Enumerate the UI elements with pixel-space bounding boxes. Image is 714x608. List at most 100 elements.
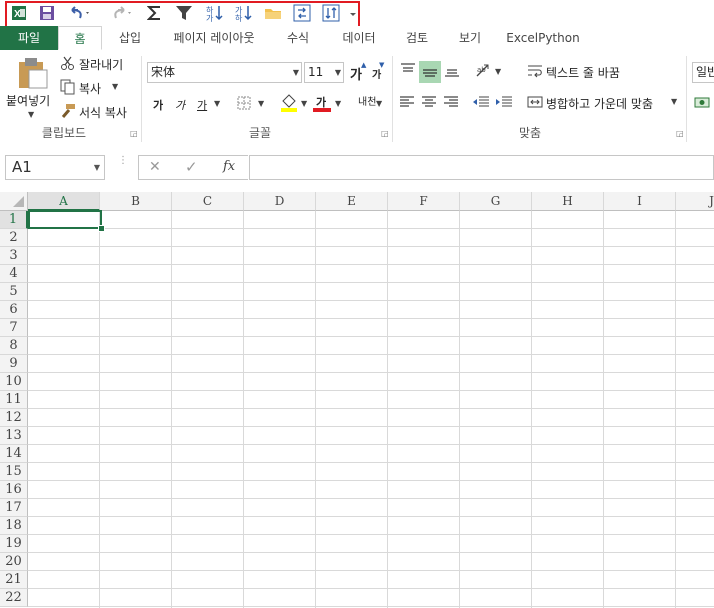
align-right-icon[interactable] xyxy=(443,94,459,110)
row-header[interactable]: 3 xyxy=(0,247,28,265)
select-all-button[interactable] xyxy=(0,192,28,211)
column-header[interactable]: H xyxy=(532,192,604,211)
row-header[interactable]: 14 xyxy=(0,445,28,463)
confirm-icon[interactable]: ✓ xyxy=(185,158,198,176)
row-gridline xyxy=(28,246,714,247)
merge-center-button[interactable]: 병합하고 가운데 맞춤 xyxy=(546,95,653,112)
align-top-icon[interactable] xyxy=(399,61,417,79)
row-header[interactable]: 15 xyxy=(0,463,28,481)
row-header[interactable]: 9 xyxy=(0,355,28,373)
underline-dropdown-icon[interactable]: ▼ xyxy=(214,99,220,108)
number-format-select[interactable]: 일반 xyxy=(692,62,714,83)
ribbon-tab-bar: 파일 홈 삽입 페이지 레이아웃 수식 데이터 검토 보기 ExcelPytho… xyxy=(0,26,714,51)
row-header[interactable]: 22 xyxy=(0,589,28,607)
tab-review[interactable]: 검토 xyxy=(395,26,439,50)
row-header[interactable]: 10 xyxy=(0,373,28,391)
formula-input[interactable] xyxy=(249,155,714,180)
font-size-select[interactable]: 11 ▼ xyxy=(304,62,344,83)
paste-button[interactable]: 붙여넣기 xyxy=(6,92,50,109)
wrap-text-button[interactable]: 텍스트 줄 바꿈 xyxy=(546,64,620,81)
phonetic-dropdown-icon[interactable]: ▼ xyxy=(376,99,382,108)
row-header[interactable]: 19 xyxy=(0,535,28,553)
row-header[interactable]: 13 xyxy=(0,427,28,445)
alignment-group-label: 맞춤 xyxy=(518,126,542,140)
row-header[interactable]: 11 xyxy=(0,391,28,409)
paste-icon[interactable] xyxy=(14,56,50,90)
font-name-select[interactable]: 宋体 ▼ xyxy=(147,62,302,83)
cut-button[interactable]: 잘라내기 xyxy=(79,56,123,73)
bold-button[interactable]: 가 xyxy=(153,97,163,113)
row-header[interactable]: 6 xyxy=(0,301,28,319)
row-header[interactable]: 17 xyxy=(0,499,28,517)
align-bottom-icon[interactable] xyxy=(443,61,461,79)
row-gridline xyxy=(28,228,714,229)
cancel-icon[interactable]: ✕ xyxy=(149,159,161,175)
row-header[interactable]: 5 xyxy=(0,283,28,301)
font-color-dropdown-icon[interactable]: ▼ xyxy=(335,99,341,108)
tab-insert[interactable]: 삽입 xyxy=(108,26,152,50)
decrease-indent-icon[interactable] xyxy=(472,94,490,110)
tab-excelpython[interactable]: ExcelPython xyxy=(503,26,583,50)
fill-handle[interactable] xyxy=(98,225,105,232)
tab-view[interactable]: 보기 xyxy=(448,26,492,50)
tab-home[interactable]: 홈 xyxy=(58,26,102,50)
selected-cell[interactable] xyxy=(28,210,102,229)
underline-button[interactable]: 가 xyxy=(197,97,207,113)
borders-dropdown-icon[interactable]: ▼ xyxy=(258,99,264,108)
merge-dropdown-icon[interactable]: ▼ xyxy=(671,97,677,106)
phonetic-button[interactable]: 내천 xyxy=(358,93,376,108)
row-header[interactable]: 18 xyxy=(0,517,28,535)
column-header[interactable]: B xyxy=(100,192,172,211)
column-header[interactable]: E xyxy=(316,192,388,211)
fill-color-icon[interactable] xyxy=(280,93,298,113)
row-header[interactable]: 7 xyxy=(0,319,28,337)
column-header[interactable]: F xyxy=(388,192,460,211)
fill-dropdown-icon[interactable]: ▼ xyxy=(301,99,307,108)
row-header[interactable]: 4 xyxy=(0,265,28,283)
tab-file[interactable]: 파일 xyxy=(0,26,58,50)
tab-formulas[interactable]: 수식 xyxy=(276,26,320,50)
wrap-text-icon xyxy=(527,63,543,79)
italic-button[interactable]: 가 xyxy=(175,97,185,113)
column-gridline xyxy=(99,211,100,608)
worksheet-grid[interactable] xyxy=(0,192,714,608)
column-header[interactable]: J xyxy=(676,192,714,211)
column-header[interactable]: G xyxy=(460,192,532,211)
column-header[interactable]: C xyxy=(172,192,244,211)
column-header[interactable]: A xyxy=(28,192,100,211)
align-middle-icon[interactable] xyxy=(419,61,441,83)
currency-icon[interactable] xyxy=(694,94,710,110)
column-gridline xyxy=(315,211,316,608)
tab-page-layout[interactable]: 페이지 레이아웃 xyxy=(162,26,266,50)
column-header[interactable]: D xyxy=(244,192,316,211)
column-header[interactable]: I xyxy=(604,192,676,211)
row-header[interactable]: 2 xyxy=(0,229,28,247)
row-header[interactable]: 20 xyxy=(0,553,28,571)
font-name-value: 宋体 xyxy=(151,65,176,79)
alignment-launcher-icon[interactable]: ◲ xyxy=(676,129,684,138)
orientation-icon[interactable]: ab xyxy=(474,62,492,80)
borders-icon[interactable] xyxy=(236,95,252,111)
align-center-icon[interactable] xyxy=(421,94,437,110)
row-gridline xyxy=(28,282,714,283)
row-header[interactable]: 16 xyxy=(0,481,28,499)
copy-dropdown-icon[interactable]: ▼ xyxy=(112,82,118,91)
align-left-icon[interactable] xyxy=(399,94,415,110)
row-header[interactable]: 8 xyxy=(0,337,28,355)
row-header[interactable]: 1 xyxy=(0,211,28,229)
copy-button[interactable]: 복사 xyxy=(79,80,101,97)
increase-indent-icon[interactable] xyxy=(495,94,513,110)
insert-function-icon[interactable]: fx xyxy=(223,159,235,174)
orientation-dropdown-icon[interactable]: ▼ xyxy=(495,67,501,76)
clipboard-launcher-icon[interactable]: ◲ xyxy=(130,129,138,138)
formula-buttons: ✕ ✓ fx xyxy=(138,155,248,180)
row-header[interactable]: 21 xyxy=(0,571,28,589)
row-header[interactable]: 12 xyxy=(0,409,28,427)
chevron-down-icon[interactable]: ▼ xyxy=(94,156,100,179)
tab-data[interactable]: 데이터 xyxy=(332,26,386,50)
format-painter-button[interactable]: 서식 복사 xyxy=(79,104,127,121)
name-box[interactable]: A1 ▼ xyxy=(5,155,105,180)
font-launcher-icon[interactable]: ◲ xyxy=(381,129,389,138)
formula-bar-grip-icon[interactable]: ⋮ xyxy=(118,156,128,166)
paste-dropdown-icon[interactable]: ▼ xyxy=(28,110,34,119)
